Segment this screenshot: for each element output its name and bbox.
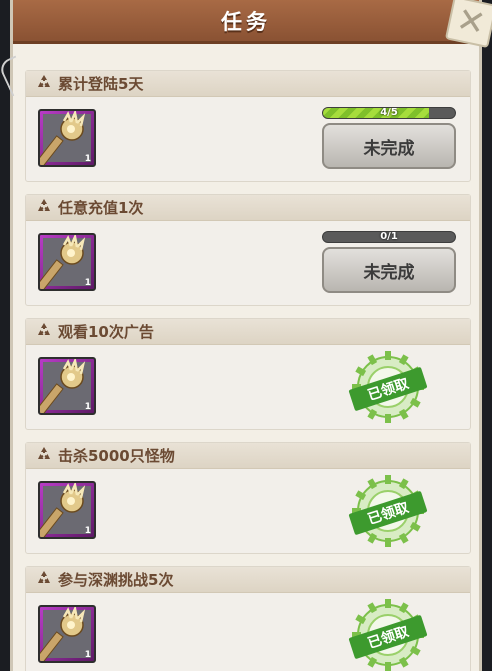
reward-item-torch[interactable]: 1 — [38, 233, 96, 291]
task-title: 击杀5000只怪物 — [58, 447, 175, 465]
task-card: 击杀5000只怪物 1 已领取 — [25, 442, 471, 554]
recycle-icon — [36, 446, 58, 466]
task-header: 累计登陆5天 — [26, 71, 470, 97]
incomplete-button[interactable]: 未完成 — [322, 247, 456, 293]
task-header: 任意充值1次 — [26, 195, 470, 221]
item-count: 1 — [84, 526, 91, 536]
task-card: 累计登陆5天 1 4/5 未完成 — [25, 70, 471, 182]
reward-item-torch[interactable]: 1 — [38, 481, 96, 539]
item-count: 1 — [84, 650, 91, 660]
task-title: 参与深渊挑战5次 — [58, 571, 174, 589]
item-count: 1 — [84, 154, 91, 164]
task-card: 参与深渊挑战5次 1 已领取 — [25, 566, 471, 671]
task-panel: 任务 ✕ 累计登陆5天 1 4/5 未完成 任意充值1次 1 0/1 未完成 观看10次广告 1 已… — [10, 0, 492, 671]
task-title: 任意充值1次 — [58, 199, 144, 217]
panel-title: 任务 — [221, 9, 271, 34]
task-header: 参与深渊挑战5次 — [26, 567, 470, 593]
task-progress-bar: 4/5 — [322, 107, 456, 119]
reward-item-torch[interactable]: 1 — [38, 109, 96, 167]
task-title: 观看10次广告 — [58, 323, 154, 341]
close-x-icon: ✕ — [452, 0, 490, 45]
progress-text: 4/5 — [380, 107, 398, 118]
progress-text: 0/1 — [380, 231, 398, 242]
claimed-stamp: 已领取 — [348, 597, 428, 671]
reward-item-torch[interactable]: 1 — [38, 605, 96, 663]
item-count: 1 — [84, 402, 91, 412]
panel-header: 任务 — [13, 0, 479, 44]
task-card: 观看10次广告 1 已领取 — [25, 318, 471, 430]
recycle-icon — [36, 74, 58, 94]
task-header: 击杀5000只怪物 — [26, 443, 470, 469]
claimed-stamp: 已领取 — [348, 473, 428, 549]
item-count: 1 — [84, 278, 91, 288]
task-title: 累计登陆5天 — [58, 75, 144, 93]
task-progress-bar: 0/1 — [322, 231, 456, 243]
task-list: 累计登陆5天 1 4/5 未完成 任意充值1次 1 0/1 未完成 观看10次广告 1 已领取 击杀5… — [25, 70, 471, 671]
incomplete-button[interactable]: 未完成 — [322, 123, 456, 169]
recycle-icon — [36, 570, 58, 590]
task-header: 观看10次广告 — [26, 319, 470, 345]
reward-item-torch[interactable]: 1 — [38, 357, 96, 415]
recycle-icon — [36, 322, 58, 342]
recycle-icon — [36, 198, 58, 218]
task-card: 任意充值1次 1 0/1 未完成 — [25, 194, 471, 306]
claimed-stamp: 已领取 — [348, 349, 428, 425]
